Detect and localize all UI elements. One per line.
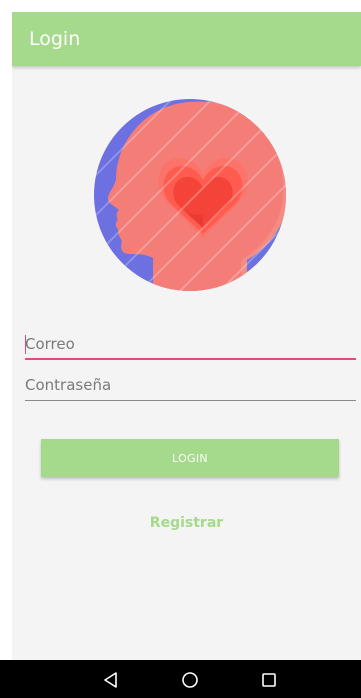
home-circle-icon[interactable] — [180, 670, 200, 690]
recents-square-icon[interactable] — [259, 670, 279, 690]
password-field-underline — [25, 400, 356, 401]
email-field-container — [25, 330, 356, 360]
text-cursor — [25, 335, 26, 354]
system-navigation-bar — [0, 660, 361, 698]
password-field-container — [25, 371, 356, 401]
phone-screen: Login Correo LOGIN Registrar — [0, 0, 361, 698]
password-field[interactable] — [25, 371, 356, 399]
email-field-underline — [25, 358, 356, 360]
app-bar-title: Login — [29, 28, 81, 50]
head-heart-logo — [94, 99, 286, 291]
email-field[interactable] — [25, 330, 356, 358]
login-button[interactable]: LOGIN — [41, 439, 339, 477]
app-bar: Login — [12, 12, 361, 66]
register-link[interactable]: Registrar — [12, 515, 361, 531]
back-triangle-icon[interactable] — [101, 670, 121, 690]
login-activity: Login Correo LOGIN Registrar — [12, 12, 361, 660]
